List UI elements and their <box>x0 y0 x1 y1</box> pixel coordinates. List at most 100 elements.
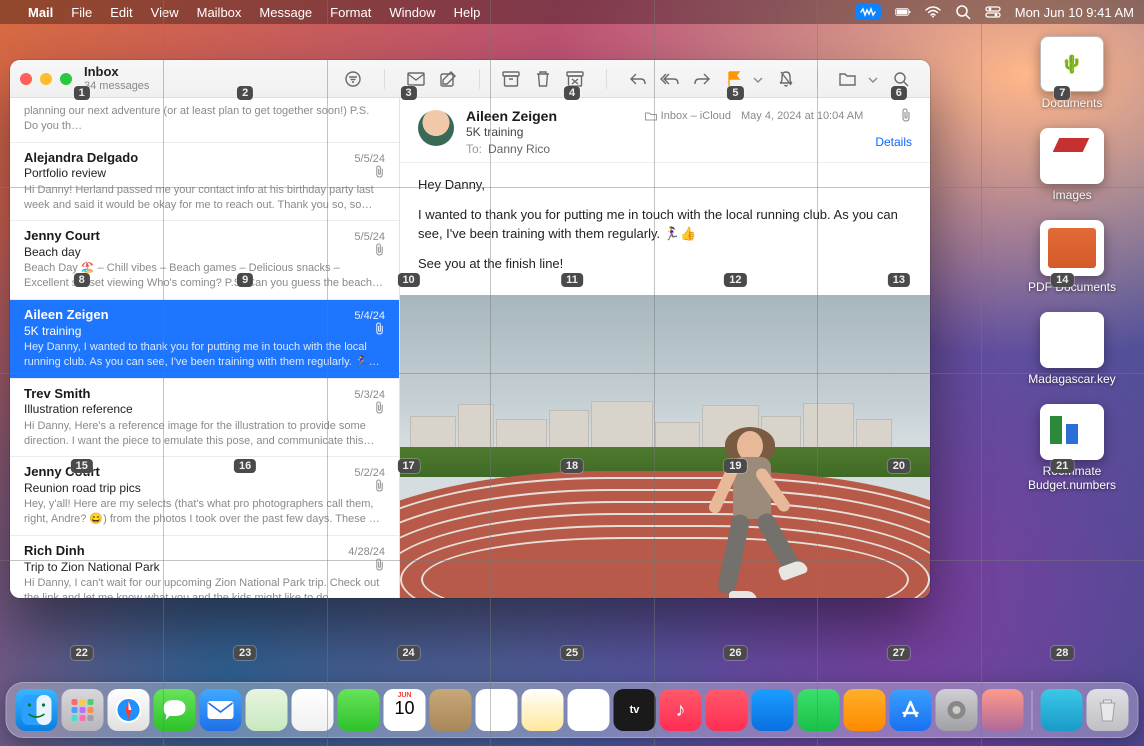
flag-chevron-icon[interactable] <box>753 70 767 88</box>
message-row[interactable]: planning our next adventure (or at least… <box>10 98 399 143</box>
message-row[interactable]: Trev Smith5/3/24Illustration referenceHi… <box>10 379 399 458</box>
folder-icon <box>1040 220 1104 276</box>
preview: Hey Danny, I wanted to thank you for put… <box>24 340 385 370</box>
message-list[interactable]: planning our next adventure (or at least… <box>10 98 400 598</box>
wifi-icon[interactable] <box>925 4 941 20</box>
control-center-icon[interactable] <box>985 4 1001 20</box>
dock-app-reminders[interactable] <box>476 689 518 731</box>
dock-app-maps[interactable] <box>246 689 288 731</box>
menu-edit[interactable]: Edit <box>110 5 132 20</box>
dock-app-iphone-mirror[interactable] <box>982 689 1024 731</box>
dock-app-facetime[interactable] <box>338 689 380 731</box>
menu-message[interactable]: Message <box>259 5 312 20</box>
desktop-icon-documents[interactable]: 🌵 Documents <box>1012 36 1132 110</box>
message-row[interactable]: Aileen Zeigen5/4/245K trainingHey Danny,… <box>10 300 399 379</box>
date: 5/4/24 <box>354 310 385 322</box>
search-button[interactable] <box>888 67 914 91</box>
dock-app-notes[interactable] <box>522 689 564 731</box>
file-icon <box>1040 404 1104 460</box>
compose-button[interactable] <box>403 67 429 91</box>
date: 5/5/24 <box>354 231 385 243</box>
message-row[interactable]: Jenny Court5/5/24Beach dayBeach Day 🏖️ –… <box>10 221 399 300</box>
dock-app-tv[interactable]: tv <box>614 689 656 731</box>
mail-window: Inbox 34 messages <box>10 60 930 598</box>
close-button[interactable] <box>20 73 32 85</box>
new-message-button[interactable] <box>435 67 461 91</box>
menu-view[interactable]: View <box>151 5 179 20</box>
message-row[interactable]: Jenny Court5/2/24Reunion road trip picsH… <box>10 457 399 536</box>
app-menu[interactable]: Mail <box>28 5 53 20</box>
dock-app-settings[interactable] <box>936 689 978 731</box>
file-icon <box>1040 312 1104 368</box>
attachment-icon <box>374 165 385 181</box>
battery-icon[interactable] <box>895 4 911 20</box>
subject: 5K training <box>24 324 81 338</box>
dock-app-pages[interactable] <box>844 689 886 731</box>
zoom-button[interactable] <box>60 73 72 85</box>
mailbox-text: Inbox – iCloud <box>661 110 731 122</box>
dock-app-finder[interactable] <box>16 689 58 731</box>
menu-file[interactable]: File <box>71 5 92 20</box>
siri-icon[interactable] <box>855 4 881 20</box>
dock-app-freeform[interactable] <box>568 689 610 731</box>
trash-button[interactable] <box>530 67 556 91</box>
avatar[interactable] <box>418 110 454 146</box>
message-body[interactable]: Hey Danny, I wanted to thank you for put… <box>400 163 930 295</box>
dock-app-numbers[interactable] <box>798 689 840 731</box>
menu-help[interactable]: Help <box>454 5 481 20</box>
dock-app-trash[interactable] <box>1087 689 1129 731</box>
dock-app-appstore[interactable] <box>890 689 932 731</box>
dock-app-photos[interactable] <box>292 689 334 731</box>
window-title: Inbox <box>84 65 149 79</box>
titlebar[interactable]: Inbox 34 messages <box>10 60 930 98</box>
minimize-button[interactable] <box>40 73 52 85</box>
move-chevron-icon[interactable] <box>868 70 882 88</box>
menu-format[interactable]: Format <box>330 5 371 20</box>
menubar-clock[interactable]: Mon Jun 10 9:41 AM <box>1015 5 1134 20</box>
archive-button[interactable] <box>498 67 524 91</box>
mailbox-label[interactable]: Inbox – iCloud <box>645 110 731 122</box>
desktop-icon-images[interactable]: Images <box>1012 128 1132 202</box>
subject: Trip to Zion National Park <box>24 560 160 574</box>
menu-mailbox[interactable]: Mailbox <box>197 5 242 20</box>
desktop-icon-label: Images <box>1052 188 1091 202</box>
junk-button[interactable] <box>562 67 588 91</box>
reading-pane: Aileen Zeigen Inbox – iCloud May 4, 2024… <box>400 98 930 598</box>
runner-illustration <box>697 431 807 598</box>
to-label: To: <box>466 142 482 156</box>
mute-button[interactable] <box>773 67 799 91</box>
dock-app-launchpad[interactable] <box>62 689 104 731</box>
desktop-icon-keynote[interactable]: Madagascar.key <box>1012 312 1132 386</box>
preview: Hi Danny, Here's a reference image for t… <box>24 419 385 449</box>
dock-app-safari[interactable] <box>108 689 150 731</box>
folder-icon: 🌵 <box>1040 36 1104 92</box>
preview: Hi Danny! Herland passed me your contact… <box>24 183 385 213</box>
message-row[interactable]: Alejandra Delgado5/5/24Portfolio reviewH… <box>10 143 399 222</box>
reply-button[interactable] <box>625 67 651 91</box>
dock-app-contacts[interactable] <box>430 689 472 731</box>
attachment-icon[interactable] <box>900 108 912 125</box>
message-attachment-image[interactable] <box>400 295 930 598</box>
forward-button[interactable] <box>689 67 715 91</box>
sender: Jenny Court <box>24 464 100 479</box>
flag-button[interactable] <box>721 67 747 91</box>
attachment-icon <box>374 322 385 338</box>
filter-button[interactable] <box>340 67 366 91</box>
dock-app-keynote[interactable] <box>752 689 794 731</box>
dock-app-news[interactable] <box>706 689 748 731</box>
message-row[interactable]: Rich Dinh4/28/24Trip to Zion National Pa… <box>10 536 399 598</box>
reply-all-button[interactable] <box>657 67 683 91</box>
dock-app-calendar[interactable]: JUN10 <box>384 689 426 731</box>
desktop-icon-pdf[interactable]: PDF Documents <box>1012 220 1132 294</box>
menu-window[interactable]: Window <box>389 5 435 20</box>
spotlight-icon[interactable] <box>955 4 971 20</box>
dock-app-mail[interactable] <box>200 689 242 731</box>
dock-app-music[interactable]: ♪ <box>660 689 702 731</box>
desktop-icon-label: PDF Documents <box>1028 280 1116 294</box>
dock-app-downloads[interactable] <box>1041 689 1083 731</box>
to-name: Danny Rico <box>488 142 550 156</box>
desktop-icon-numbers[interactable]: Roommate Budget.numbers <box>1012 404 1132 492</box>
dock-app-messages[interactable] <box>154 689 196 731</box>
details-link[interactable]: Details <box>875 135 912 149</box>
move-button[interactable] <box>836 67 862 91</box>
